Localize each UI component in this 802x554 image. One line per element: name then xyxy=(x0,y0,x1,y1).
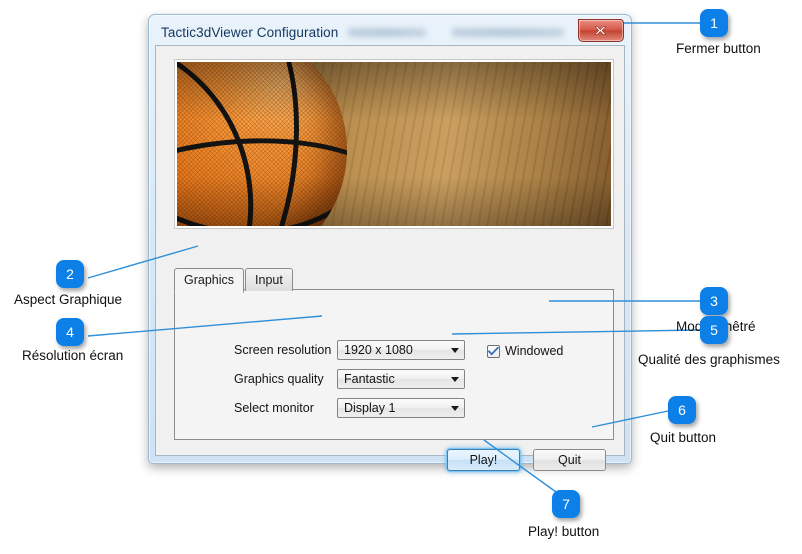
graphics-quality-value: Fantastic xyxy=(344,372,395,386)
redacted-block-2 xyxy=(452,27,565,37)
callout-badge-2[interactable]: 2 xyxy=(56,260,84,288)
redacted-block-1 xyxy=(348,27,427,37)
close-x-icon xyxy=(594,26,607,35)
play-button[interactable]: Play! xyxy=(447,449,520,471)
callout-badge-5[interactable]: 5 xyxy=(700,316,728,344)
configuration-window: Tactic3dViewer Configuration Graphics In… xyxy=(148,14,632,471)
callout-label-5: Qualité des graphismes xyxy=(638,352,780,367)
graphics-quality-label: Graphics quality xyxy=(234,372,324,386)
callout-badge-7[interactable]: 7 xyxy=(552,490,580,518)
screen-resolution-row: Screen resolution 1920 x 1080 xyxy=(234,340,465,360)
select-monitor-value: Display 1 xyxy=(344,401,396,415)
graphics-tab-panel: Screen resolution 1920 x 1080 Graphics q… xyxy=(174,289,614,440)
callout-badge-3[interactable]: 3 xyxy=(700,287,728,315)
callout-label-6: Quit button xyxy=(650,430,717,445)
graphics-quality-dropdown[interactable]: Fantastic xyxy=(337,369,465,389)
select-monitor-label: Select monitor xyxy=(234,401,314,415)
screen-resolution-value: 1920 x 1080 xyxy=(344,343,413,357)
redacted-title-text xyxy=(348,27,565,37)
tab-strip: Graphics Input xyxy=(174,268,293,293)
window-titlebar: Tactic3dViewer Configuration xyxy=(154,19,626,45)
select-monitor-row: Select monitor Display 1 xyxy=(234,398,465,418)
window-title: Tactic3dViewer Configuration xyxy=(161,24,339,40)
tab-graphics[interactable]: Graphics xyxy=(174,268,245,293)
graphics-quality-row: Graphics quality Fantastic xyxy=(234,369,465,389)
windowed-label: Windowed xyxy=(505,344,564,358)
basketball-icon xyxy=(177,62,347,226)
callout-badge-6[interactable]: 6 xyxy=(668,396,696,424)
screen-resolution-dropdown[interactable]: 1920 x 1080 xyxy=(337,340,465,360)
chevron-down-icon xyxy=(451,376,459,382)
screen-resolution-label: Screen resolution xyxy=(234,343,332,357)
tab-input[interactable]: Input xyxy=(245,268,293,291)
windowed-checkbox[interactable] xyxy=(487,344,500,358)
callout-badge-4[interactable]: 4 xyxy=(56,318,84,346)
dialog-button-bar: Play! Quit xyxy=(447,449,606,471)
window-client-area: Graphics Input Screen resolution 1920 x … xyxy=(155,45,625,471)
chevron-down-icon xyxy=(451,405,459,411)
checkmark-icon xyxy=(488,346,499,355)
callout-badge-1[interactable]: 1 xyxy=(700,9,728,37)
basketball-court-image xyxy=(177,62,611,226)
quit-button[interactable]: Quit xyxy=(533,449,606,471)
callout-label-2: Aspect Graphique xyxy=(14,292,123,307)
close-button[interactable] xyxy=(578,19,624,42)
banner-image-frame xyxy=(174,59,614,229)
chevron-down-icon xyxy=(451,347,459,353)
callout-label-1: Fermer button xyxy=(676,41,761,56)
select-monitor-dropdown[interactable]: Display 1 xyxy=(337,398,465,418)
windowed-checkbox-row[interactable]: Windowed xyxy=(487,344,563,358)
callout-label-7: Play! button xyxy=(528,524,600,539)
callout-label-4: Résolution écran xyxy=(22,348,124,363)
